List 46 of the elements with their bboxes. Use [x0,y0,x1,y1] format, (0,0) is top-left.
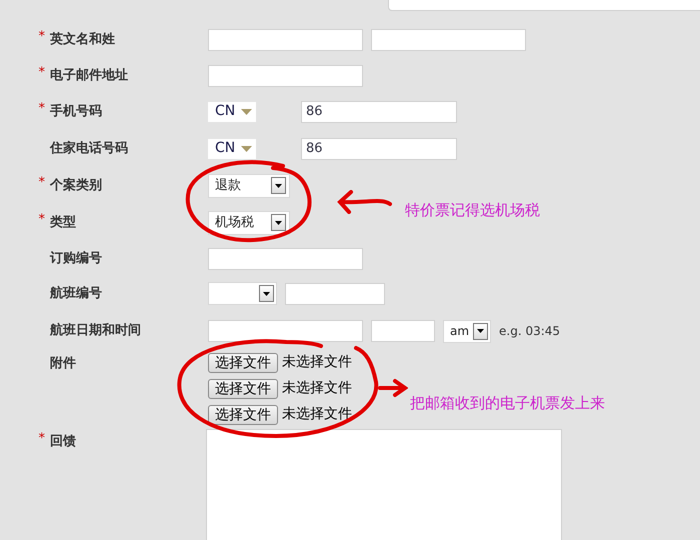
file-status: 未选择文件 [282,353,352,372]
feedback-field[interactable] [206,429,562,540]
field-label: 住家电话号码 [50,140,128,158]
file-status: 未选择文件 [282,379,352,398]
country-select[interactable]: CN [208,138,256,158]
field-label: 个案类别 [50,176,102,195]
arrow [337,190,392,214]
required-mark: * [38,176,45,192]
file-status: 未选择文件 [282,405,352,424]
required-mark: * [38,66,45,82]
choose-file-button[interactable]: 选择文件 [208,378,278,398]
dropdown-select[interactable] [208,282,277,305]
field-label: 英文名和姓 [50,30,115,50]
text-field[interactable] [285,282,385,304]
country-select[interactable]: CN [208,102,256,122]
field-label: 手机号码 [50,102,102,121]
field-label: 航班日期和时间 [50,322,141,340]
choose-file-button[interactable]: 选择文件 [208,352,278,372]
text-field[interactable] [208,29,363,51]
caret-icon [241,108,252,114]
text-field[interactable] [208,248,363,270]
field-label: 电子邮件地址 [50,66,128,85]
choose-file-button[interactable]: 选择文件 [208,404,278,424]
required-mark: * [38,102,45,118]
arrow [378,378,408,398]
phone-field[interactable]: 86 [301,138,457,160]
phone-field[interactable]: 86 [301,100,457,122]
field-label: 回馈 [50,433,76,451]
format-hint: e.g. 03:45 [499,323,560,340]
annotation-note: 把邮箱收到的电子机票发上来 [410,393,605,414]
required-mark: * [38,212,45,229]
field-label: 类型 [50,214,76,232]
required-mark: * [38,432,45,448]
caret-icon [241,146,252,152]
meridiem-select[interactable]: am [443,320,491,342]
date-field[interactable] [208,320,363,342]
text-field[interactable] [371,29,526,51]
dropdown-select[interactable]: 机场税 [208,210,290,234]
field-label: 航班编号 [50,284,102,303]
field-label: 附件 [50,355,76,373]
text-field[interactable] [208,64,363,86]
time-field[interactable] [371,320,435,342]
annotation-note: 特价票记得选机场税 [405,200,540,221]
required-mark: * [38,30,45,46]
dropdown-select[interactable]: 退款 [208,174,290,198]
field-label: 订购编号 [50,250,102,268]
